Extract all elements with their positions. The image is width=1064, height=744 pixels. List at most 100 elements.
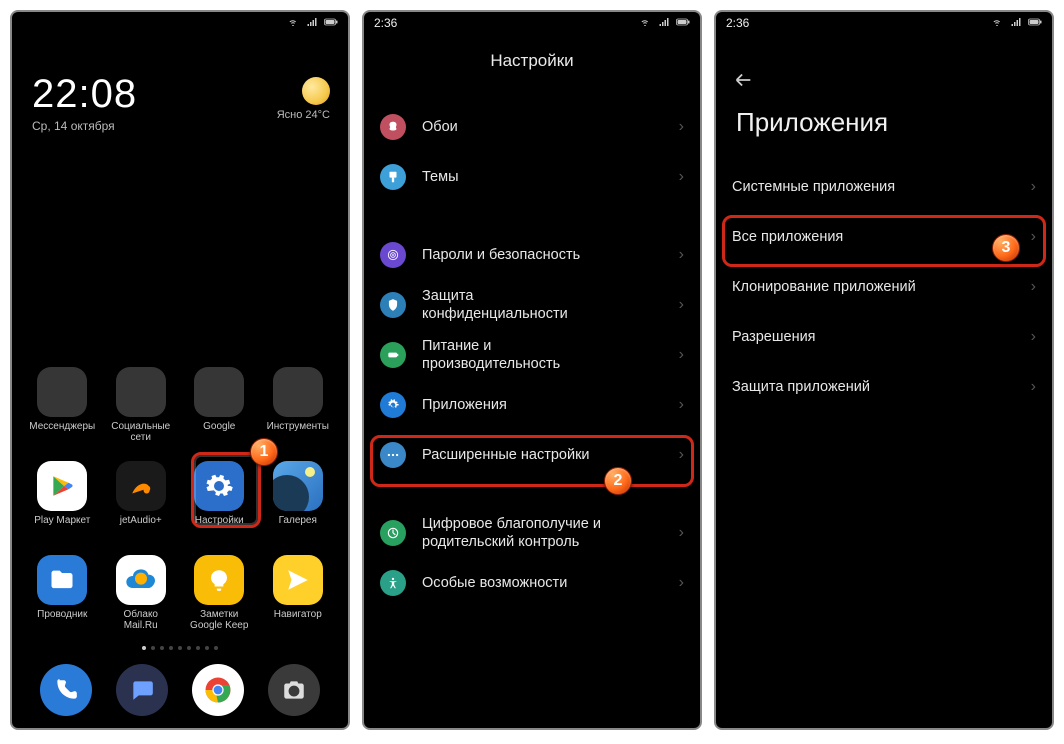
themes-icon [380, 164, 406, 190]
chevron-right-icon: › [679, 118, 684, 136]
dock-chrome[interactable] [192, 664, 244, 716]
battery-icon [380, 342, 406, 368]
app-mailru-cloud[interactable]: Облако Mail.Ru [105, 555, 178, 631]
app-jetaudio[interactable]: jetAudio+ [105, 461, 178, 537]
chevron-right-icon: › [679, 446, 684, 464]
battery-icon [1028, 16, 1042, 31]
row-label: Приложения [422, 396, 679, 414]
chevron-right-icon: › [1031, 278, 1036, 296]
row-label: Пароли и безопасность [422, 246, 679, 264]
battery-icon [676, 16, 690, 31]
keep-bulb-icon [194, 555, 244, 605]
step3-badge: 3 [992, 234, 1020, 262]
page-indicator [12, 646, 348, 650]
row-label: Темы [422, 168, 679, 186]
settings-row-security[interactable]: Пароли и безопасность› [364, 230, 700, 280]
phone-homescreen: 22:08 Ср, 14 октября Ясно 24°C Мессендже… [10, 10, 350, 730]
accessibility-icon [380, 570, 406, 596]
wifi-icon [638, 16, 652, 31]
wallpaper-icon [380, 114, 406, 140]
apps-row-4[interactable]: Защита приложений› [716, 362, 1052, 412]
battery-icon [324, 16, 338, 31]
dock-phone[interactable] [40, 664, 92, 716]
apps-row-3[interactable]: Разрешения› [716, 312, 1052, 362]
phone-apps: 2:36 Приложения Системные приложения›Все… [714, 10, 1054, 730]
phone-settings: 2:36 Настройки Обои›Темы›Пароли и безопа… [362, 10, 702, 730]
settings-row-apps[interactable]: Приложения› [364, 380, 700, 430]
settings-gear-icon [194, 461, 244, 511]
status-bar: 2:36 [716, 12, 1052, 34]
clock-time: 22:08 [32, 72, 137, 117]
app-keep[interactable]: Заметки Google Keep [183, 555, 256, 631]
status-time: 2:36 [374, 16, 397, 30]
app-grid: Мессенджеры Социальные сети Google Инс [12, 367, 348, 631]
row-label: Цифровое благополучие и родительский кон… [422, 515, 679, 551]
folder-icon [37, 367, 87, 417]
status-time: 2:36 [726, 16, 749, 30]
folder-file-icon [37, 555, 87, 605]
play-store-icon [37, 461, 87, 511]
settings-list: Обои›Темы›Пароли и безопасность›Защита к… [364, 102, 700, 728]
chevron-right-icon: › [1031, 228, 1036, 246]
apps-title: Приложения [736, 107, 888, 138]
app-playmarket[interactable]: Play Маркет [26, 461, 99, 537]
settings-title: Настройки [364, 34, 700, 97]
jetaudio-icon [116, 461, 166, 511]
weather-desc: Ясно 24°C [277, 109, 330, 121]
row-label: Расширенные настройки [422, 446, 679, 464]
status-bar [12, 12, 348, 34]
gallery-icon [273, 461, 323, 511]
dock [12, 664, 348, 716]
wifi-icon [990, 16, 1004, 31]
folder-messengers[interactable]: Мессенджеры [26, 367, 99, 443]
clock-date: Ср, 14 октября [32, 119, 137, 133]
chevron-right-icon: › [679, 574, 684, 592]
folder-icon [273, 367, 323, 417]
chevron-right-icon: › [679, 296, 684, 314]
chevron-right-icon: › [679, 346, 684, 364]
advanced-icon [380, 442, 406, 468]
wifi-icon [286, 16, 300, 31]
dock-camera[interactable] [268, 664, 320, 716]
app-navigator[interactable]: Навигатор [262, 555, 335, 631]
signal-icon [305, 16, 319, 31]
row-label: Все приложения [732, 228, 1031, 246]
step1-badge: 1 [250, 438, 278, 466]
signal-icon [1009, 16, 1023, 31]
wellbeing-icon [380, 520, 406, 546]
navigator-arrow-icon [273, 555, 323, 605]
settings-row-wellbeing[interactable]: Цифровое благополучие и родительский кон… [364, 508, 700, 558]
chevron-right-icon: › [679, 524, 684, 542]
clock-widget[interactable]: 22:08 Ср, 14 октября [32, 72, 137, 133]
app-settings[interactable]: Настройки [183, 461, 256, 537]
settings-row-accessibility[interactable]: Особые возможности› [364, 558, 700, 608]
weather-widget[interactable]: Ясно 24°C [277, 77, 330, 121]
folder-tools[interactable]: Инструменты [262, 367, 335, 443]
settings-row-advanced[interactable]: Расширенные настройки› [364, 430, 700, 480]
chevron-right-icon: › [679, 168, 684, 186]
chevron-right-icon: › [1031, 178, 1036, 196]
apps-row-2[interactable]: Клонирование приложений› [716, 262, 1052, 312]
cloud-icon [116, 555, 166, 605]
row-label: Разрешения [732, 328, 1031, 346]
step2-badge: 2 [604, 467, 632, 495]
dock-messages[interactable] [116, 664, 168, 716]
app-explorer[interactable]: Проводник [26, 555, 99, 631]
settings-row-battery[interactable]: Питание и производительность› [364, 330, 700, 380]
folder-google[interactable]: Google [183, 367, 256, 443]
row-label: Обои [422, 118, 679, 136]
folder-icon [116, 367, 166, 417]
back-button[interactable] [732, 69, 754, 96]
folder-social[interactable]: Социальные сети [105, 367, 178, 443]
apps-row-0[interactable]: Системные приложения› [716, 162, 1052, 212]
settings-row-themes[interactable]: Темы› [364, 152, 700, 202]
settings-row-wallpaper[interactable]: Обои› [364, 102, 700, 152]
settings-row-privacy[interactable]: Защита конфиденциальности› [364, 280, 700, 330]
security-icon [380, 242, 406, 268]
weather-sun-icon [302, 77, 330, 105]
row-label: Особые возможности [422, 574, 679, 592]
folder-icon [194, 367, 244, 417]
row-label: Системные приложения [732, 178, 1031, 196]
app-gallery[interactable]: Галерея [262, 461, 335, 537]
status-bar: 2:36 [364, 12, 700, 34]
